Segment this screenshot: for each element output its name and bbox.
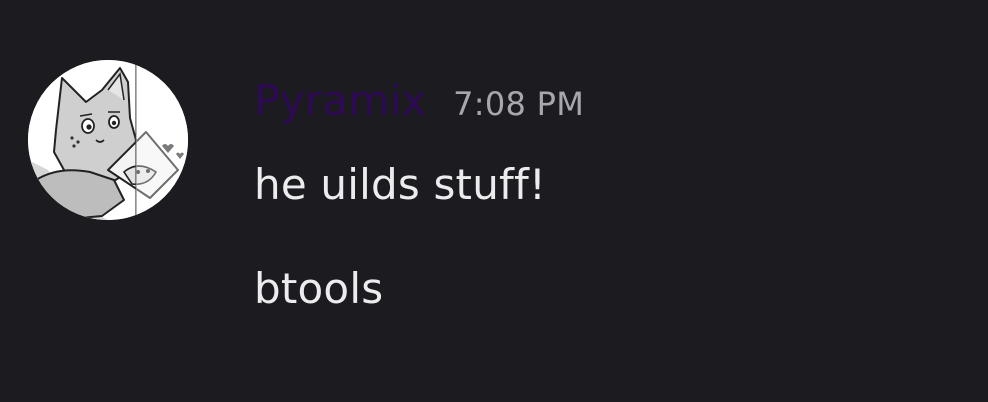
chat-message: Pyramix 7:08 PM he uilds stuff! btools [0, 0, 988, 402]
user-avatar[interactable] [28, 60, 188, 220]
cat-avatar-image [28, 60, 188, 220]
message-timestamp: 7:08 PM [453, 85, 585, 123]
username[interactable]: Pyramix [254, 74, 426, 128]
message-text-line: he uilds stuff! [254, 160, 547, 209]
message-header: Pyramix 7:08 PM [254, 74, 584, 128]
message-text-line: btools [254, 264, 384, 313]
